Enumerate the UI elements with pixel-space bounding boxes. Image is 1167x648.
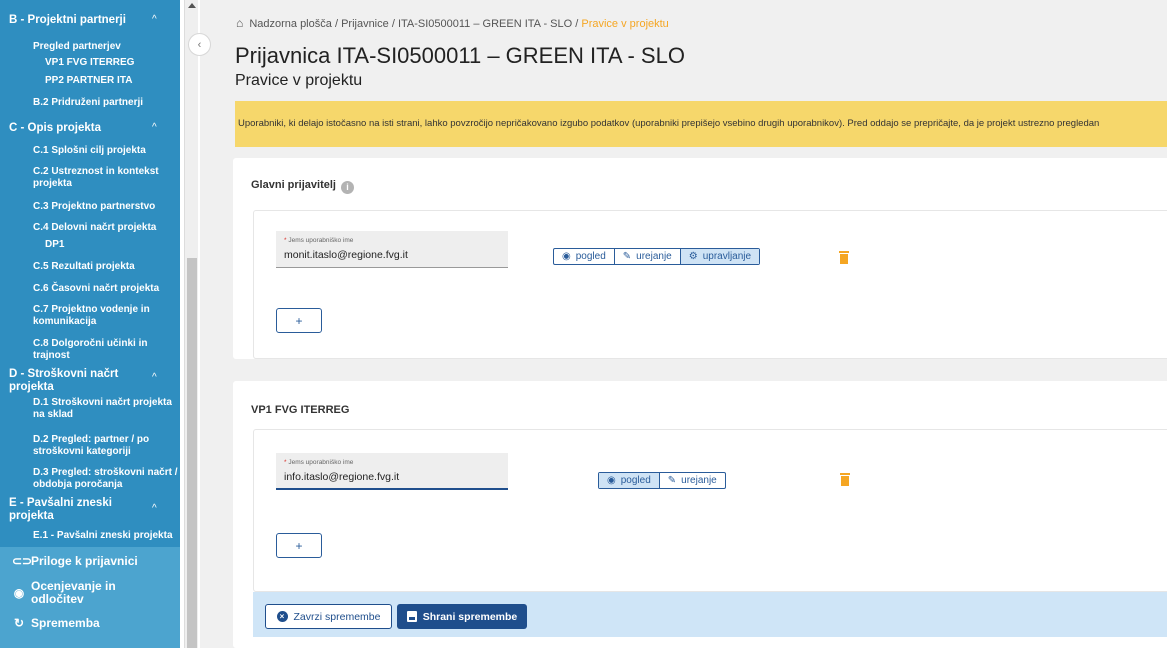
username-field[interactable]: * Jems uporabniško ime info.itaslo@regio… <box>276 453 508 490</box>
permission-view-label: pogled <box>620 475 651 486</box>
eye-icon: ◉ <box>607 475 616 486</box>
sidebar-item-d1[interactable]: D.1 Stroškovni načrt projekta na sklad <box>33 397 173 421</box>
collapse-sidebar-button[interactable]: ‹ <box>188 33 211 56</box>
warning-alert: Uporabniki, ki delajo istočasno na isti … <box>235 101 1167 147</box>
permission-toggle-group: ◉ pogled ✎ urejanje <box>598 472 726 489</box>
main-content: ⌂ Nadzorna plošča / Prijavnice / ITA-SI0… <box>200 0 1167 648</box>
gear-icon: ⚙ <box>688 251 698 262</box>
discard-label: Zavrzi spremembe <box>293 610 381 623</box>
sidebar-item-label: Ocenjevanje in odločitev <box>31 579 116 606</box>
card-title: VP1 FVG ITERREG <box>251 404 350 416</box>
chevron-left-icon: ‹ <box>197 38 202 51</box>
sidebar-item-c1[interactable]: C.1 Splošni cilj projekta <box>33 145 146 157</box>
sidebar-scrollbar[interactable] <box>184 0 198 648</box>
sidebar-item-c3[interactable]: C.3 Projektno partnerstvo <box>33 201 155 213</box>
eye-icon: ◉ <box>13 585 25 600</box>
sidebar: B - Projektni partnerji ^ Pregled partne… <box>0 0 200 648</box>
page-title: Prijavnica ITA-SI0500011 – GREEN ITA - S… <box>235 43 685 68</box>
refresh-icon: ↻ <box>13 616 25 630</box>
sidebar-item-c7[interactable]: C.7 Projektno vodenje in komunikacija <box>33 304 173 328</box>
user-permission-block: * Jems uporabniško ime monit.itaslo@regi… <box>253 210 1167 359</box>
sidebar-item-vp1[interactable]: VP1 FVG ITERREG <box>45 57 134 69</box>
pencil-icon: ✎ <box>667 475 677 486</box>
permission-view-label: pogled <box>575 251 606 262</box>
permission-manage-button[interactable]: ⚙ upravljanje <box>680 249 760 264</box>
breadcrumb-current: Pravice v projektu <box>581 18 669 30</box>
sidebar-section-d[interactable]: D - Stroškovni načrt projekta <box>9 368 129 394</box>
sidebar-item-e1[interactable]: E.1 - Pavšalni zneski projekta <box>33 530 173 542</box>
save-label: Shrani spremembe <box>422 610 518 623</box>
add-user-button[interactable]: + <box>276 533 322 558</box>
scroll-up-arrow-icon[interactable] <box>188 3 196 8</box>
sidebar-item-c2[interactable]: C.2 Ustreznost in kontekst projekta <box>33 166 173 190</box>
scrollbar-thumb[interactable] <box>187 258 197 648</box>
permission-edit-label: urejanje <box>636 251 672 262</box>
breadcrumb-home[interactable]: Nadzorna plošča <box>249 18 332 30</box>
sidebar-item-dp1[interactable]: DP1 <box>45 239 64 251</box>
user-permission-block: * Jems uporabniško ime info.itaslo@regio… <box>253 429 1167 592</box>
username-field-label: * Jems uporabniško ime <box>284 459 354 466</box>
card-title-text: Glavni prijavitelj <box>251 179 336 191</box>
floppy-disk-icon <box>406 611 417 622</box>
sidebar-item-c8[interactable]: C.8 Dolgoročni učinki in trajnost <box>33 338 163 362</box>
permission-toggle-group: ◉ pogled ✎ urejanje ⚙ upravljanje <box>553 248 761 265</box>
sidebar-item-pp2[interactable]: PP2 PARTNER ITA <box>45 75 132 87</box>
permission-manage-label: upravljanje <box>702 251 752 262</box>
username-value[interactable]: info.itaslo@regione.fvg.it <box>284 471 399 483</box>
page-subtitle: Pravice v projektu <box>235 72 363 89</box>
sidebar-item-priloge[interactable]: ⊂⊃ Priloge k prijavnici <box>12 555 138 568</box>
permission-view-button[interactable]: ◉ pogled <box>554 249 615 264</box>
sidebar-item-c6[interactable]: C.6 Časovni načrt projekta <box>33 283 159 295</box>
chevron-up-icon[interactable]: ^ <box>152 14 157 25</box>
sidebar-nav: B - Projektni partnerji ^ Pregled partne… <box>0 0 180 648</box>
breadcrumb-item-application[interactable]: ITA-SI0500011 – GREEN ITA - SLO <box>398 18 572 30</box>
delete-icon[interactable] <box>840 473 850 486</box>
sidebar-item-label: Priloge k prijavnici <box>31 554 138 568</box>
delete-icon[interactable] <box>839 251 849 264</box>
paperclip-icon: ⊂⊃ <box>12 554 33 568</box>
sidebar-item-b2[interactable]: B.2 Pridruženi partnerji <box>33 97 143 109</box>
form-footer: × Zavrzi spremembe Shrani spremembe <box>253 592 1167 637</box>
cancel-circle-icon: × <box>276 611 288 622</box>
sidebar-section-b[interactable]: B - Projektni partnerji <box>9 14 126 27</box>
home-icon[interactable]: ⌂ <box>236 16 243 30</box>
sidebar-item-c5[interactable]: C.5 Rezultati projekta <box>33 261 135 273</box>
card-title: Glavni prijavitelj i <box>251 179 355 194</box>
add-user-button[interactable]: + <box>276 308 322 333</box>
permission-view-button[interactable]: ◉ pogled <box>599 473 660 488</box>
sidebar-item-d2[interactable]: D.2 Pregled: partner / po stroškovni kat… <box>33 434 173 458</box>
username-label-text: Jems uporabniško ime <box>288 459 354 466</box>
info-icon[interactable]: i <box>341 181 355 194</box>
username-value[interactable]: monit.itaslo@regione.fvg.it <box>284 249 408 261</box>
sidebar-item-d3[interactable]: D.3 Pregled: stroškovni načrt / obdobja … <box>33 467 178 491</box>
breadcrumb-separator: / <box>391 18 395 30</box>
sidebar-item-c4[interactable]: C.4 Delovni načrt projekta <box>33 222 156 234</box>
breadcrumb: ⌂ Nadzorna plošča / Prijavnice / ITA-SI0… <box>236 16 669 30</box>
chevron-up-icon[interactable]: ^ <box>152 122 157 133</box>
sidebar-section-e[interactable]: E - Pavšalni zneski projekta <box>9 497 129 523</box>
chevron-up-icon[interactable]: ^ <box>152 503 157 514</box>
pencil-icon: ✎ <box>622 251 632 262</box>
permission-edit-button[interactable]: ✎ urejanje <box>615 249 681 264</box>
breadcrumb-separator: / <box>575 18 579 30</box>
permission-edit-button[interactable]: ✎ urejanje <box>660 473 725 488</box>
chevron-up-icon[interactable]: ^ <box>152 372 157 383</box>
permission-edit-label: urejanje <box>681 475 717 486</box>
discard-changes-button[interactable]: × Zavrzi spremembe <box>265 604 392 629</box>
username-field[interactable]: * Jems uporabniško ime monit.itaslo@regi… <box>276 231 508 268</box>
eye-icon: ◉ <box>562 251 571 262</box>
username-field-label: * Jems uporabniško ime <box>284 237 354 244</box>
sidebar-section-c[interactable]: C - Opis projekta <box>9 122 101 135</box>
breadcrumb-separator: / <box>334 18 338 30</box>
save-changes-button[interactable]: Shrani spremembe <box>397 604 527 629</box>
card-partner-vp1: VP1 FVG ITERREG * Jems uporabniško ime i… <box>233 381 1167 648</box>
card-lead-partner: Glavni prijavitelj i * Jems uporabniško … <box>233 158 1167 359</box>
sidebar-item-label: Sprememba <box>31 616 100 630</box>
sidebar-item-sprememba[interactable]: ↻ Sprememba <box>12 617 100 630</box>
username-label-text: Jems uporabniško ime <box>288 237 354 244</box>
sidebar-item-pregled-partnerjev[interactable]: Pregled partnerjev <box>33 41 121 53</box>
sidebar-item-ocenjevanje[interactable]: ◉ Ocenjevanje in odločitev <box>12 580 142 606</box>
breadcrumb-item-prijavnice[interactable]: Prijavnice <box>341 18 389 30</box>
